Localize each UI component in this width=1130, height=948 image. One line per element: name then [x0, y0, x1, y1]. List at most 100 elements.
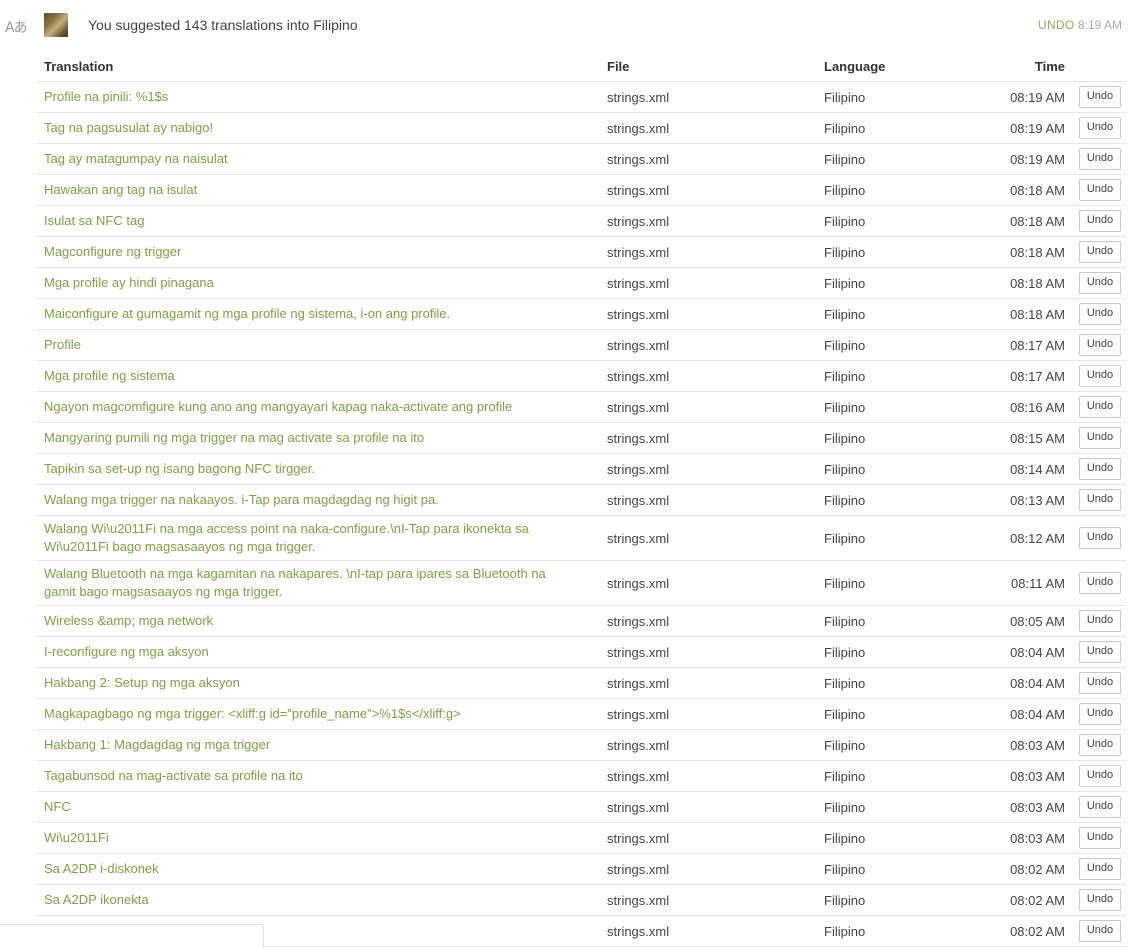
undo-button[interactable]: Undo [1079, 489, 1121, 511]
table-row: Walang Wi\u2011Fi na mga access point na… [37, 515, 1126, 561]
undo-button[interactable]: Undo [1079, 796, 1121, 818]
translation-cell: Maiconfigure at gumagamit ng mga profile… [37, 298, 600, 330]
action-cell: Undo [1072, 636, 1126, 668]
file-cell: strings.xml [600, 174, 817, 206]
table-row: Wireless &amp; mga network strings.xml Fil… [37, 605, 1126, 637]
language-cell: Filipino [817, 298, 941, 330]
undo-button[interactable]: Undo [1079, 527, 1121, 549]
language-cell: Filipino [817, 391, 941, 423]
undo-button[interactable]: Undo [1079, 86, 1121, 108]
time-cell: 08:04 AM [941, 698, 1072, 730]
time-cell: 08:15 AM [941, 422, 1072, 454]
table-row: Tag na pagsusulat ay nabigo! strings.xml F… [37, 112, 1126, 144]
language-cell: Filipino [817, 236, 941, 268]
language-cell: Filipino [817, 174, 941, 206]
language-cell: Filipino [817, 360, 941, 392]
time-cell: 08:13 AM [941, 484, 1072, 516]
language-cell: Filipino [817, 81, 941, 113]
file-cell: strings.xml [600, 791, 817, 823]
time-cell: 08:04 AM [941, 667, 1072, 699]
action-cell: Undo [1072, 560, 1126, 606]
table-header-row: Translation File Language Time [37, 52, 1126, 82]
undo-all-link[interactable]: UNDO [1038, 18, 1075, 32]
undo-button[interactable]: Undo [1079, 734, 1121, 756]
translate-icon: Aあ [5, 20, 28, 36]
file-cell: strings.xml [600, 267, 817, 299]
undo-button[interactable]: Undo [1079, 148, 1121, 170]
undo-button[interactable]: Undo [1079, 272, 1121, 294]
translation-cell: Ngayon magcomfigure kung ano ang mangyay… [37, 391, 600, 423]
undo-button[interactable]: Undo [1079, 889, 1121, 911]
action-cell: Undo [1072, 853, 1126, 885]
user-avatar[interactable] [44, 13, 68, 37]
column-header-translation: Translation [37, 52, 600, 82]
undo-button[interactable]: Undo [1079, 303, 1121, 325]
translation-cell: Sa A2DP i-diskonek [37, 853, 600, 885]
undo-button[interactable]: Undo [1079, 703, 1121, 725]
translation-cell: Hakbang 1: Magdagdag ng mga trigger [37, 729, 600, 761]
table-row: Hakbang 2: Setup ng mga aksyon strings.xm… [37, 667, 1126, 699]
undo-button[interactable]: Undo [1079, 572, 1121, 594]
translations-table: Translation File Language Time Profile n… [37, 52, 1126, 947]
table-row: I-reconfigure ng mga aksyon strings.xml Fi… [37, 636, 1126, 668]
file-cell: strings.xml [600, 515, 817, 561]
file-cell: strings.xml [600, 112, 817, 144]
action-cell: Undo [1072, 729, 1126, 761]
file-cell: strings.xml [600, 698, 817, 730]
activity-summary: You suggested 143 translations into Fili… [88, 17, 358, 33]
language-cell: Filipino [817, 667, 941, 699]
undo-button[interactable]: Undo [1079, 610, 1121, 632]
action-cell: Undo [1072, 236, 1126, 268]
undo-button[interactable]: Undo [1079, 365, 1121, 387]
action-cell: Undo [1072, 453, 1126, 485]
activity-header: Aあ You suggested 143 translations into F… [0, 0, 1130, 50]
undo-button[interactable]: Undo [1079, 179, 1121, 201]
time-cell: 08:18 AM [941, 298, 1072, 330]
undo-button[interactable]: Undo [1079, 427, 1121, 449]
undo-button[interactable]: Undo [1079, 334, 1121, 356]
time-cell: 08:02 AM [941, 853, 1072, 885]
undo-button[interactable]: Undo [1079, 672, 1121, 694]
language-cell: Filipino [817, 884, 941, 916]
language-cell: Filipino [817, 143, 941, 175]
action-cell: Undo [1072, 360, 1126, 392]
language-cell: Filipino [817, 915, 941, 947]
translation-cell: Wi\u2011Fi [37, 822, 600, 854]
translation-cell: Sa A2DP ikonekta [37, 884, 600, 916]
table-row: Profile na pinili: %1$s strings.xml Filipi… [37, 81, 1126, 113]
table-row: Sa A2DP i-diskonek strings.xml Filipino 08:… [37, 853, 1126, 885]
undo-button[interactable]: Undo [1079, 241, 1121, 263]
table-row: Isulat sa NFC tag strings.xml Filipino 08:1… [37, 205, 1126, 237]
table-row: Walang Bluetooth na mga kagamitan na nak… [37, 560, 1126, 606]
undo-button[interactable]: Undo [1079, 827, 1121, 849]
action-cell: Undo [1072, 298, 1126, 330]
translation-cell: Hawakan ang tag na isulat [37, 174, 600, 206]
translation-cell: Magconfigure ng trigger [37, 236, 600, 268]
column-header-language: Language [817, 52, 941, 82]
action-cell: Undo [1072, 329, 1126, 361]
language-cell: Filipino [817, 112, 941, 144]
action-cell: Undo [1072, 667, 1126, 699]
undo-button[interactable]: Undo [1079, 117, 1121, 139]
undo-button[interactable]: Undo [1079, 641, 1121, 663]
table-row: Tapikin sa set-up ng isang bagong NFC ti… [37, 453, 1126, 485]
time-cell: 08:19 AM [941, 112, 1072, 144]
undo-button[interactable]: Undo [1079, 858, 1121, 880]
file-cell: strings.xml [600, 484, 817, 516]
undo-button[interactable]: Undo [1079, 765, 1121, 787]
table-row: Hawakan ang tag na isulat strings.xml Fili… [37, 174, 1126, 206]
undo-button[interactable]: Undo [1079, 396, 1121, 418]
table-row: Ngayon magcomfigure kung ano ang mangyay… [37, 391, 1126, 423]
time-cell: 08:18 AM [941, 236, 1072, 268]
file-cell: strings.xml [600, 298, 817, 330]
action-cell: Undo [1072, 515, 1126, 561]
file-cell: strings.xml [600, 884, 817, 916]
file-cell: strings.xml [600, 822, 817, 854]
table-row: Magkapagbago ng mga trigger: <xliff:g id… [37, 698, 1126, 730]
table-row: Mangyaring pumili ng mga trigger na mag … [37, 422, 1126, 454]
translation-cell: Tag na pagsusulat ay nabigo! [37, 112, 600, 144]
undo-button[interactable]: Undo [1079, 920, 1121, 942]
undo-button[interactable]: Undo [1079, 210, 1121, 232]
table-body: Profile na pinili: %1$s strings.xml Filipi… [37, 81, 1126, 947]
undo-button[interactable]: Undo [1079, 458, 1121, 480]
